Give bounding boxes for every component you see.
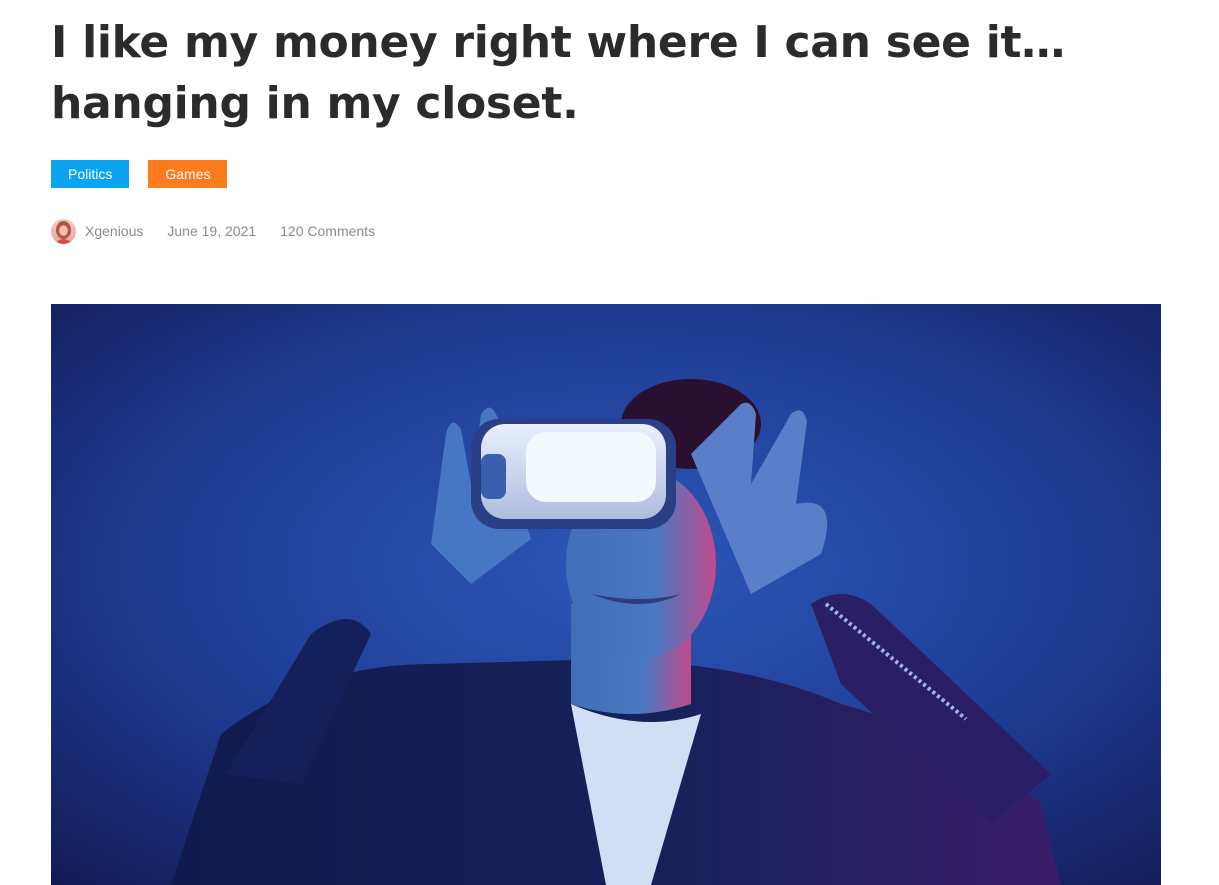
post-meta: Xgenious June 19, 2021 120 Comments bbox=[51, 218, 399, 244]
featured-image bbox=[51, 304, 1161, 885]
comment-count[interactable]: 120 Comments bbox=[280, 223, 375, 239]
author-name[interactable]: Xgenious bbox=[85, 223, 143, 239]
tag-games[interactable]: Games bbox=[148, 160, 228, 188]
post-title: I like my money right where I can see it… bbox=[51, 17, 1065, 129]
avatar-icon[interactable] bbox=[51, 218, 76, 244]
category-tags: Politics Games bbox=[51, 160, 228, 188]
blog-post-page: I like my money right where I can see it… bbox=[0, 0, 1219, 885]
tag-politics[interactable]: Politics bbox=[51, 160, 130, 188]
post-date: June 19, 2021 bbox=[167, 223, 257, 239]
